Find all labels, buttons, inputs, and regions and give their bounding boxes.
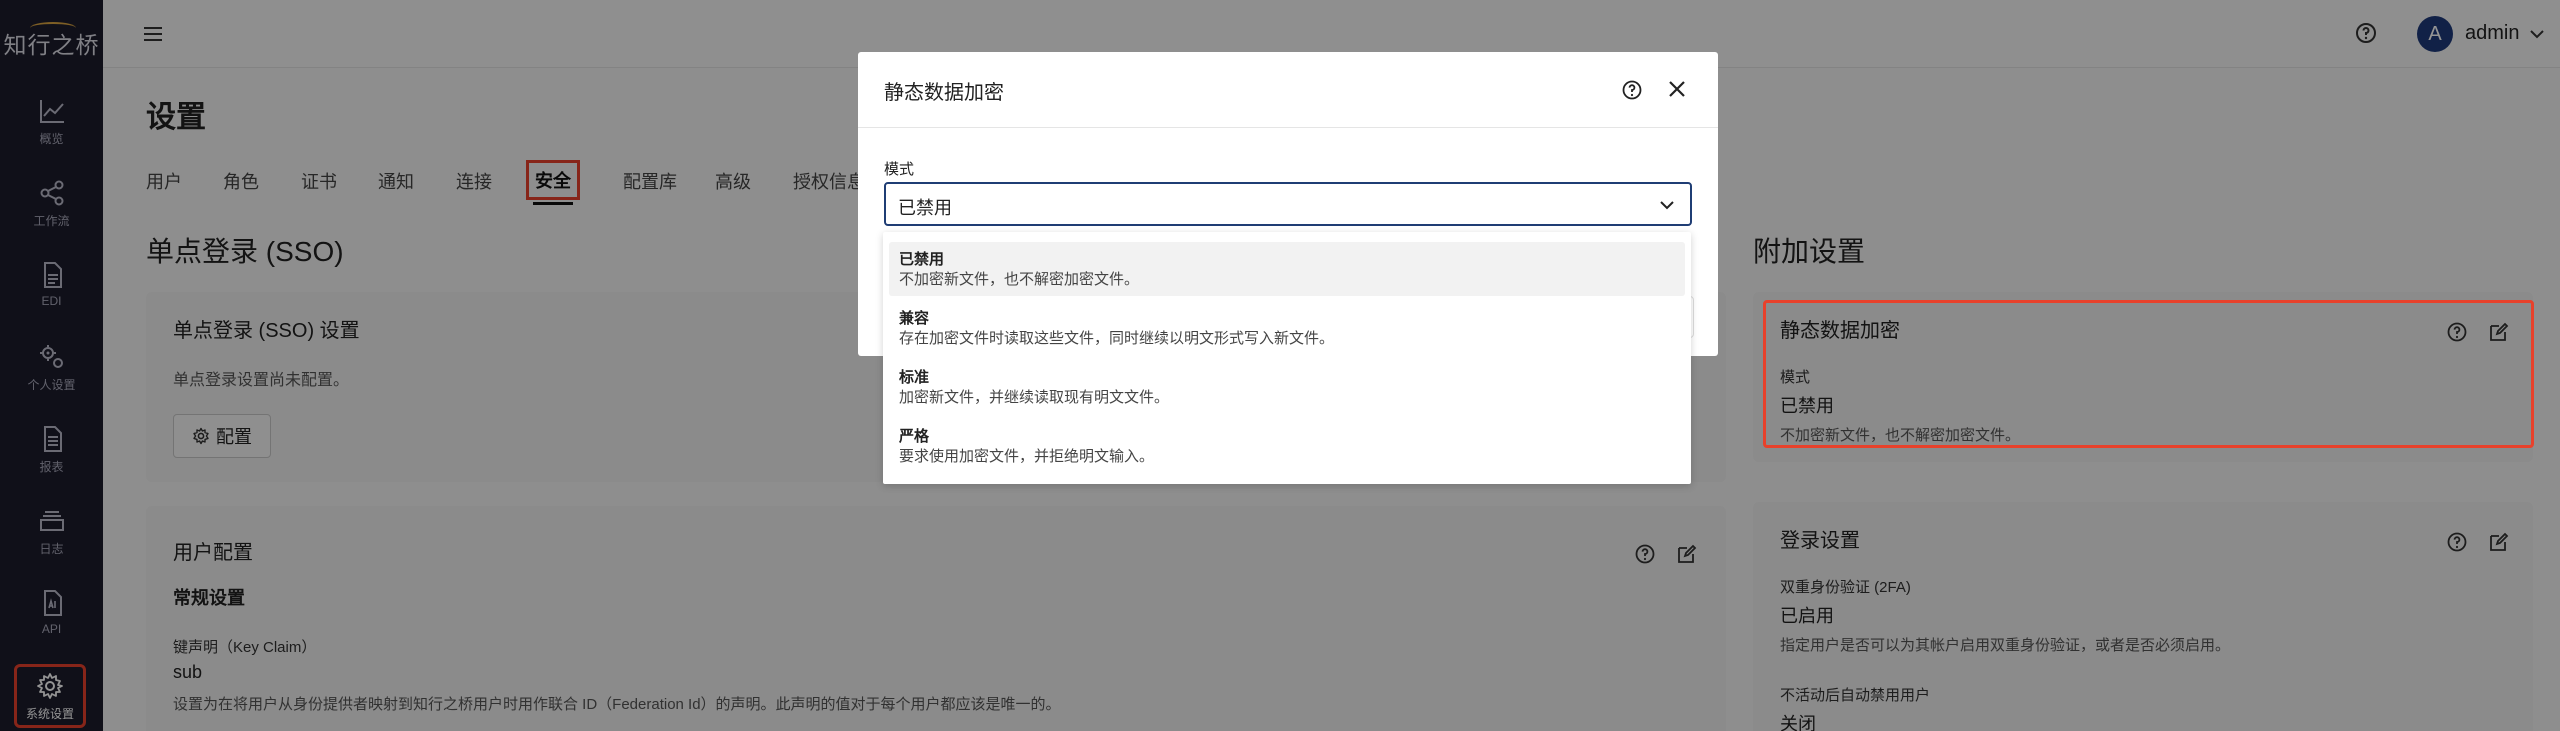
option-description: 存在加密文件时读取这些文件，同时继续以明文形式写入新文件。 xyxy=(899,330,1335,347)
modal-title: 静态数据加密 xyxy=(884,82,1004,104)
option-strict[interactable]: 严格 要求使用加密文件，并拒绝明文输入。 xyxy=(889,419,1685,473)
option-compatible[interactable]: 兼容 存在加密文件时读取这些文件，同时继续以明文形式写入新文件。 xyxy=(889,301,1685,355)
option-description: 加密新文件，并继续读取现有明文文件。 xyxy=(899,389,1170,406)
option-description: 不加密新文件，也不解密加密文件。 xyxy=(899,271,1140,288)
option-title: 严格 xyxy=(899,428,930,445)
option-description: 要求使用加密文件，并拒绝明文输入。 xyxy=(899,448,1155,465)
option-standard[interactable]: 标准 加密新文件，并继续读取现有明文文件。 xyxy=(889,360,1685,414)
option-title: 标准 xyxy=(899,369,930,386)
modal-header: 静态数据加密 xyxy=(858,52,1718,128)
option-disabled[interactable]: 已禁用 不加密新文件，也不解密加密文件。 xyxy=(889,242,1685,296)
mode-select[interactable]: 已禁用 xyxy=(884,182,1692,226)
option-title: 兼容 xyxy=(899,310,930,327)
encryption-card-highlight xyxy=(1763,300,2534,448)
mode-field-label: 模式 xyxy=(884,161,915,178)
chevron-down-icon xyxy=(1660,201,1674,210)
option-title: 已禁用 xyxy=(899,251,945,268)
mode-select-value: 已禁用 xyxy=(898,198,952,218)
close-icon[interactable] xyxy=(1664,76,1690,102)
help-icon[interactable] xyxy=(1620,78,1644,102)
mode-dropdown: 已禁用 不加密新文件，也不解密加密文件。 兼容 存在加密文件时读取这些文件，同时… xyxy=(883,232,1691,484)
